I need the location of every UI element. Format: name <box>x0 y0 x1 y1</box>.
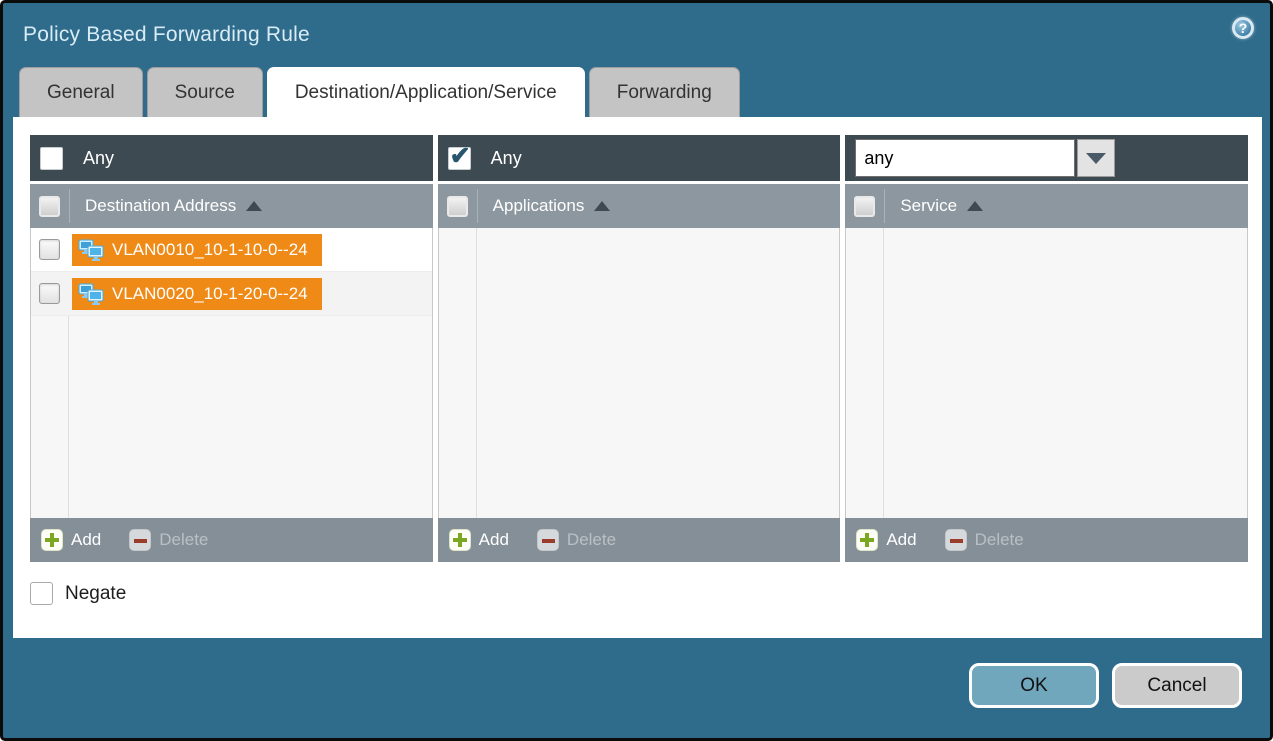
sort-ascending-icon[interactable] <box>246 201 262 211</box>
ok-button[interactable]: OK <box>969 663 1099 708</box>
tab-forwarding[interactable]: Forwarding <box>589 67 740 117</box>
row-checkbox[interactable] <box>39 283 60 304</box>
dialog-button-bar: OK Cancel <box>3 638 1270 708</box>
delete-application-button[interactable]: Delete <box>537 529 616 551</box>
list-item[interactable]: VLAN0020_10-1-20-0--24 <box>72 278 322 310</box>
delete-icon <box>945 529 967 551</box>
row-checkbox[interactable] <box>39 239 60 260</box>
applications-any-bar: Any <box>438 135 841 181</box>
list-item[interactable]: VLAN0010_10-1-10-0--24 <box>72 234 322 266</box>
service-select-all-checkbox[interactable] <box>854 196 875 217</box>
service-panel: any Service Add <box>845 135 1248 562</box>
applications-footer-bar: Add Delete <box>438 518 841 562</box>
dropdown-button[interactable] <box>1077 139 1115 177</box>
applications-any-label: Any <box>491 148 522 169</box>
service-any-bar: any <box>845 135 1248 181</box>
destination-any-bar: Any <box>30 135 433 181</box>
negate-label: Negate <box>65 583 126 605</box>
header-divider <box>69 189 70 223</box>
table-row: VLAN0010_10-1-10-0--24 <box>31 228 432 272</box>
applications-list <box>438 228 841 518</box>
service-type-dropdown[interactable]: any <box>855 139 1115 177</box>
chevron-down-icon <box>1086 153 1106 164</box>
applications-column-header: Applications <box>438 184 841 228</box>
tab-content: Any Destination Address <box>13 117 1262 638</box>
service-type-value[interactable]: any <box>855 139 1075 177</box>
add-icon <box>856 529 878 551</box>
three-column-layout: Any Destination Address <box>30 135 1248 562</box>
destination-select-all-checkbox[interactable] <box>39 196 60 217</box>
service-footer-bar: Add Delete <box>845 518 1248 562</box>
delete-service-button[interactable]: Delete <box>945 529 1024 551</box>
applications-panel: Any Applications Add Delete <box>438 135 841 562</box>
service-column-header: Service <box>845 184 1248 228</box>
add-icon <box>41 529 63 551</box>
tab-source[interactable]: Source <box>147 67 263 117</box>
policy-based-forwarding-dialog: Policy Based Forwarding Rule ? General S… <box>0 0 1273 741</box>
network-address-icon <box>78 283 104 305</box>
delete-icon <box>129 529 151 551</box>
destination-any-checkbox[interactable] <box>40 147 63 170</box>
tab-destination-application-service[interactable]: Destination/Application/Service <box>267 67 585 117</box>
service-header-label[interactable]: Service <box>900 196 957 216</box>
add-icon <box>449 529 471 551</box>
negate-option: Negate <box>30 582 1248 605</box>
destination-address-list: VLAN0010_10-1-10-0--24 <box>30 228 433 518</box>
add-application-button[interactable]: Add <box>449 529 509 551</box>
network-address-icon <box>78 239 104 261</box>
negate-checkbox[interactable] <box>30 582 53 605</box>
destination-footer-bar: Add Delete <box>30 518 433 562</box>
help-icon[interactable]: ? <box>1232 17 1254 39</box>
destination-any-label: Any <box>83 148 114 169</box>
title-bar: Policy Based Forwarding Rule <box>3 3 1270 67</box>
table-row: VLAN0020_10-1-20-0--24 <box>31 272 432 316</box>
sort-ascending-icon[interactable] <box>967 201 983 211</box>
header-divider <box>884 189 885 223</box>
address-object-name: VLAN0010_10-1-10-0--24 <box>112 240 308 260</box>
destination-address-header-label[interactable]: Destination Address <box>85 196 236 216</box>
add-service-button[interactable]: Add <box>856 529 916 551</box>
destination-address-panel: Any Destination Address <box>30 135 433 562</box>
address-object-name: VLAN0020_10-1-20-0--24 <box>112 284 308 304</box>
service-list <box>845 228 1248 518</box>
cancel-button[interactable]: Cancel <box>1112 663 1242 708</box>
header-divider <box>477 189 478 223</box>
applications-select-all-checkbox[interactable] <box>447 196 468 217</box>
applications-any-checkbox[interactable] <box>448 147 471 170</box>
add-destination-button[interactable]: Add <box>41 529 101 551</box>
dialog-title: Policy Based Forwarding Rule <box>23 23 310 47</box>
tab-general[interactable]: General <box>19 67 143 117</box>
tab-bar: General Source Destination/Application/S… <box>3 67 1270 117</box>
applications-header-label[interactable]: Applications <box>493 196 585 216</box>
sort-ascending-icon[interactable] <box>594 201 610 211</box>
delete-icon <box>537 529 559 551</box>
destination-address-column-header: Destination Address <box>30 184 433 228</box>
delete-destination-button[interactable]: Delete <box>129 529 208 551</box>
